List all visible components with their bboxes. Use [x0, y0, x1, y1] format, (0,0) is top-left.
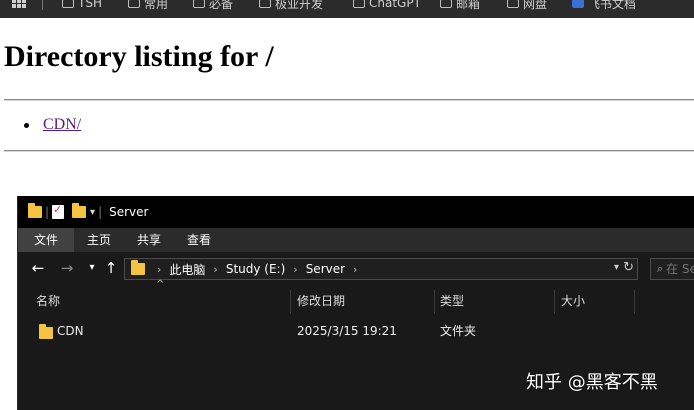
bookmark-item[interactable]: ChatGPT: [353, 0, 421, 12]
bookmark-item[interactable]: 极业开发: [259, 0, 323, 12]
column-size[interactable]: 大小: [561, 288, 585, 314]
tab-view[interactable]: 查看: [174, 228, 224, 252]
sort-up-icon: ^: [156, 279, 165, 290]
chevron-right-icon[interactable]: ›: [293, 263, 297, 276]
column-divider[interactable]: [290, 290, 291, 314]
tab-share[interactable]: 共享: [124, 228, 174, 252]
breadcrumb-drive[interactable]: Study (E:): [226, 262, 285, 276]
file-type: 文件夹: [440, 324, 477, 338]
bookmark-item[interactable]: 飞书文档: [572, 0, 636, 12]
properties-icon[interactable]: [52, 203, 65, 219]
forward-arrow-icon[interactable]: →: [57, 258, 77, 278]
bookmark-item[interactable]: 必备: [193, 0, 233, 12]
new-folder-icon[interactable]: [72, 203, 87, 218]
list-item: CDN/: [24, 116, 81, 134]
divider: [4, 99, 694, 101]
refresh-icon[interactable]: ↻: [623, 260, 634, 275]
watermark: 知乎 @黑客不黑: [526, 372, 658, 393]
directory-list: CDN/: [24, 116, 81, 134]
address-bar[interactable]: › 此电脑 › Study (E:) › Server › ▾ ↻: [124, 258, 638, 280]
address-row: ← → ▾ ↑ › 此电脑 › Study (E:) › Server › ▾ …: [18, 254, 694, 286]
column-divider[interactable]: [434, 290, 435, 314]
tab-home[interactable]: 主页: [74, 228, 124, 252]
folder-icon: [259, 0, 271, 8]
file-name[interactable]: CDN: [57, 320, 84, 342]
bookmark-item[interactable]: TSH: [62, 0, 102, 12]
column-modified[interactable]: 修改日期: [297, 288, 345, 314]
cdn-link[interactable]: CDN/: [43, 116, 81, 133]
chevron-right-icon[interactable]: ›: [157, 263, 161, 276]
bookmark-item[interactable]: 网盘: [507, 0, 547, 12]
folder-icon: [353, 0, 365, 8]
chevron-right-icon[interactable]: ›: [353, 263, 357, 276]
apps-icon[interactable]: [12, 0, 26, 8]
recent-dropdown-icon[interactable]: ▾: [82, 258, 102, 278]
up-arrow-icon[interactable]: ↑: [101, 258, 121, 278]
back-arrow-icon[interactable]: ←: [28, 258, 48, 278]
address-dropdown-icon[interactable]: ▾: [614, 262, 619, 273]
tab-file[interactable]: 文件: [18, 228, 75, 252]
title-separator: |: [98, 205, 103, 219]
search-input[interactable]: [663, 262, 694, 276]
bookmark-item[interactable]: 常用: [128, 0, 168, 12]
title-separator: |: [45, 205, 50, 219]
folder-icon: [131, 260, 145, 275]
column-divider[interactable]: [634, 290, 635, 314]
folder-icon: [507, 0, 519, 8]
breadcrumb-this-pc[interactable]: 此电脑: [169, 261, 205, 278]
table-row[interactable]: CDN 2025/3/15 19:21 文件夹: [18, 320, 694, 342]
bookmark-item[interactable]: 邮箱: [440, 0, 480, 12]
search-box[interactable]: ⌕: [650, 258, 694, 280]
file-modified: 2025/3/15 19:21: [297, 324, 397, 338]
folder-icon: [39, 324, 53, 339]
folder-icon: [193, 0, 205, 8]
folder-icon: [128, 0, 140, 8]
column-divider[interactable]: [554, 290, 555, 314]
page-title: Directory listing for /: [4, 40, 274, 73]
title-bar: | ▾ | Server: [18, 196, 694, 228]
ribbon-tabs: 文件 主页 共享 查看: [18, 228, 694, 252]
chevron-right-icon[interactable]: ›: [213, 263, 217, 276]
column-name[interactable]: 名称: [36, 288, 60, 314]
breadcrumb-server[interactable]: Server: [306, 262, 345, 276]
divider: [4, 150, 694, 152]
column-header: ^ 名称 修改日期 类型 大小: [18, 279, 694, 314]
window-title: Server: [109, 205, 149, 219]
column-type[interactable]: 类型: [440, 288, 464, 314]
folder-icon: [28, 203, 42, 218]
bookmarks-bar: TSH 常用 必备 极业开发 ChatGPT 邮箱 网盘 飞书文档: [0, 0, 694, 18]
feishu-icon: [572, 0, 584, 8]
folder-icon: [62, 0, 74, 8]
folder-icon: [440, 0, 452, 8]
bookmarks-separator: [42, 0, 43, 10]
quick-access-dropdown-icon[interactable]: ▾: [90, 207, 95, 218]
